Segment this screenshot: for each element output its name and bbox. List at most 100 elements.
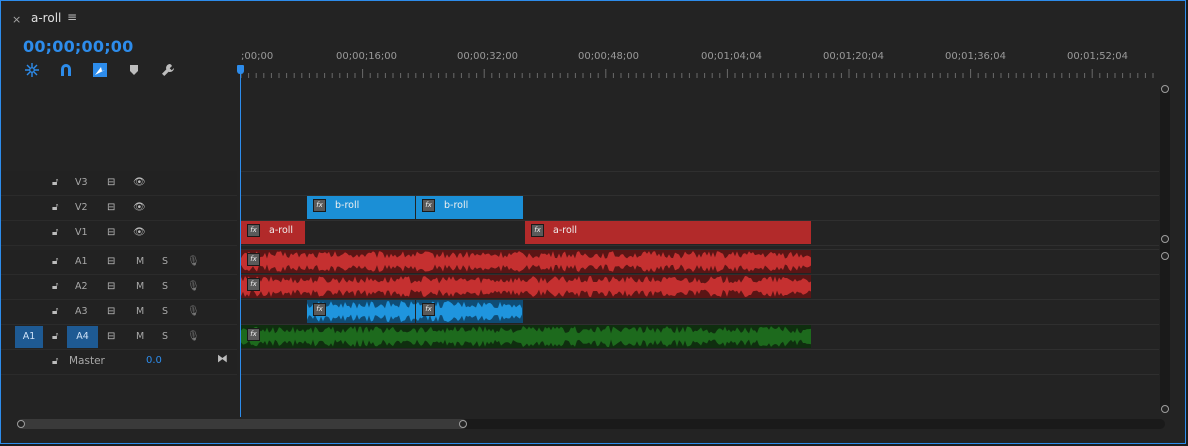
lock-icon[interactable]: 🔓︎	[52, 227, 58, 238]
playhead-handle[interactable]	[237, 65, 244, 74]
track-header-a3[interactable]: 🔓︎ A3 ⊟ M S 🎙︎	[1, 300, 237, 325]
master-level-value[interactable]: 0.0	[146, 355, 162, 366]
playhead-line[interactable]	[240, 67, 241, 417]
vscroll-handle-audio-top[interactable]	[1161, 252, 1169, 260]
solo-button[interactable]: S	[162, 281, 168, 292]
track-divider	[241, 374, 1159, 375]
clip-v2-broll-1[interactable]: fx b-roll	[307, 196, 415, 219]
sync-lock-icon[interactable]: ⊟	[107, 281, 115, 292]
lock-icon[interactable]: 🔓︎	[52, 202, 58, 213]
clip-a3-audio-2[interactable]: fx	[416, 300, 523, 323]
sync-lock-icon[interactable]: ⊟	[107, 227, 115, 238]
clip-a3-audio-1[interactable]: fx	[307, 300, 415, 323]
source-patch-a1[interactable]: A1	[15, 326, 43, 348]
vertical-scrollbar[interactable]	[1160, 89, 1170, 409]
track-divider	[241, 171, 1159, 172]
lock-icon[interactable]: 🔓︎	[52, 281, 58, 292]
vscroll-handle-video-bottom[interactable]	[1161, 235, 1169, 243]
sync-lock-icon[interactable]: ⊟	[107, 256, 115, 267]
hscroll-handle-left[interactable]	[17, 420, 25, 428]
track-name: V3	[75, 177, 88, 188]
track-header-a2[interactable]: 🔓︎ A2 ⊟ M S 🎙︎	[1, 275, 237, 300]
ruler-label: 00;00;48;00	[578, 51, 640, 62]
tab-sequence-title[interactable]: a-roll	[31, 11, 61, 25]
eye-icon[interactable]: 👁︎	[133, 227, 146, 238]
go-to-out-icon[interactable]: ⧓	[217, 352, 228, 365]
mute-button[interactable]: M	[136, 331, 144, 342]
wrench-icon[interactable]	[159, 61, 177, 79]
lock-icon[interactable]: 🔓︎	[52, 306, 58, 317]
ruler-label: 00;01;20;04	[823, 51, 885, 62]
fx-badge-icon: fx	[313, 303, 326, 316]
track-target-a4[interactable]: A4	[67, 326, 98, 348]
lock-icon[interactable]: 🔓︎	[52, 331, 58, 342]
track-name: A2	[75, 281, 88, 292]
solo-button[interactable]: S	[162, 256, 168, 267]
clip-v1-aroll-2[interactable]: fx a-roll	[525, 221, 811, 244]
fx-badge-icon: fx	[531, 224, 544, 237]
fx-badge-icon: fx	[247, 224, 260, 237]
sync-lock-icon[interactable]: ⊟	[107, 306, 115, 317]
waveform	[241, 326, 811, 347]
magnet-icon[interactable]	[57, 61, 75, 79]
clip-label: a-roll	[269, 225, 294, 236]
track-header-v3[interactable]: 🔓︎ V3 ⊟ 👁︎	[1, 171, 237, 196]
fx-badge-icon: fx	[247, 253, 260, 266]
ruler-ticks	[241, 69, 1154, 78]
hscroll-handle-right[interactable]	[459, 420, 467, 428]
linked-selection-icon[interactable]	[91, 61, 109, 79]
waveform-shape	[241, 251, 811, 272]
fx-badge-icon: fx	[247, 278, 260, 291]
eye-icon[interactable]: 👁︎	[133, 177, 146, 188]
lock-icon[interactable]: 🔓︎	[52, 177, 58, 188]
fx-badge-icon: fx	[313, 199, 326, 212]
ruler-label: 00;00;32;00	[457, 51, 519, 62]
fx-badge-icon: fx	[247, 328, 260, 341]
microphone-icon[interactable]: 🎙︎	[187, 331, 200, 342]
track-header-a1[interactable]: 🔓︎ A1 ⊟ M S 🎙︎	[1, 250, 237, 275]
track-name: V1	[75, 227, 88, 238]
solo-button[interactable]: S	[162, 306, 168, 317]
microphone-icon[interactable]: 🎙︎	[187, 256, 200, 267]
tab-menu-icon[interactable]: ≡	[67, 10, 77, 24]
clip-a2-audio[interactable]: fx	[241, 275, 811, 298]
track-name: A3	[75, 306, 88, 317]
vscroll-handle-bottom[interactable]	[1161, 405, 1169, 413]
eye-icon[interactable]: 👁︎	[133, 202, 146, 213]
track-name: A1	[75, 256, 88, 267]
mute-button[interactable]: M	[136, 281, 144, 292]
ruler-label: 00;01;04;04	[701, 51, 763, 62]
snap-icon[interactable]	[23, 61, 41, 79]
mute-button[interactable]: M	[136, 256, 144, 267]
vscroll-handle-top[interactable]	[1161, 85, 1169, 93]
mute-button[interactable]: M	[136, 306, 144, 317]
track-divider	[241, 349, 1159, 350]
clip-label: b-roll	[335, 200, 360, 211]
clip-a1-audio[interactable]: fx	[241, 250, 811, 273]
sync-lock-icon[interactable]: ⊟	[107, 331, 115, 342]
playhead-timecode[interactable]: 00;00;00;00	[23, 37, 133, 56]
sync-lock-icon[interactable]: ⊟	[107, 202, 115, 213]
solo-button[interactable]: S	[162, 331, 168, 342]
microphone-icon[interactable]: 🎙︎	[187, 306, 200, 317]
clip-v1-aroll-1[interactable]: fx a-roll	[241, 221, 305, 244]
track-header-a4[interactable]: A1 🔓︎ A4 ⊟ M S 🎙︎	[1, 325, 237, 350]
track-header-v1[interactable]: 🔓︎ V1 ⊟ 👁︎	[1, 221, 237, 246]
ruler-label: 00;01;52;04	[1067, 51, 1129, 62]
marker-icon[interactable]	[125, 61, 143, 79]
lock-icon[interactable]: 🔓︎	[52, 256, 58, 267]
sync-lock-icon[interactable]: ⊟	[107, 177, 115, 188]
track-header-v2[interactable]: 🔓︎ V2 ⊟ 👁︎	[1, 196, 237, 221]
clip-a4-audio[interactable]: fx	[241, 325, 811, 348]
lock-icon[interactable]: 🔓︎	[52, 356, 58, 367]
hscroll-thumb[interactable]	[17, 419, 467, 429]
track-name: Master	[69, 355, 105, 367]
fx-badge-icon: fx	[422, 303, 435, 316]
clip-v2-broll-2[interactable]: fx b-roll	[416, 196, 523, 219]
track-header-master[interactable]: 🔓︎ Master 0.0 ⧓	[1, 350, 237, 375]
waveform-shape	[241, 326, 811, 347]
clip-label: a-roll	[553, 225, 578, 236]
waveform	[241, 276, 811, 297]
tab-close-button[interactable]: ×	[12, 13, 21, 26]
microphone-icon[interactable]: 🎙︎	[187, 281, 200, 292]
